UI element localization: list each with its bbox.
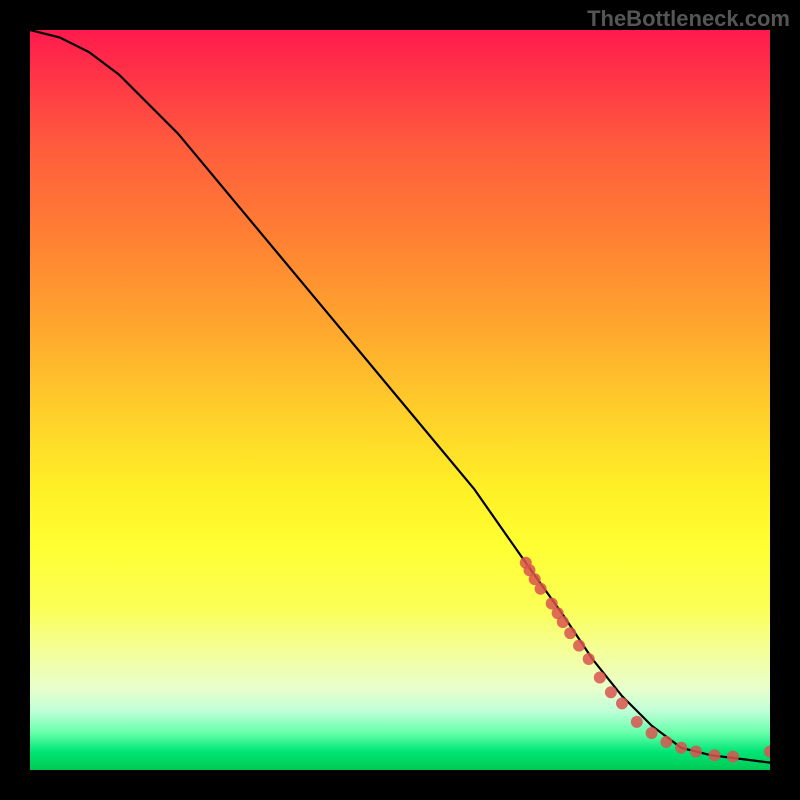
- marker-point: [594, 672, 606, 684]
- chart-svg: [30, 30, 770, 770]
- marker-point: [690, 746, 702, 758]
- marker-point: [535, 583, 547, 595]
- marker-point: [631, 716, 643, 728]
- marker-point: [557, 616, 569, 628]
- watermark-text: TheBottleneck.com: [587, 6, 790, 32]
- marker-point: [727, 751, 739, 763]
- marker-point: [605, 686, 617, 698]
- marker-group: [520, 557, 770, 763]
- chart-container: TheBottleneck.com: [0, 0, 800, 800]
- marker-point: [764, 746, 770, 758]
- bottleneck-curve-line: [30, 30, 770, 763]
- marker-point: [573, 640, 585, 652]
- marker-point: [675, 742, 687, 754]
- marker-point: [660, 736, 672, 748]
- marker-point: [709, 749, 721, 761]
- marker-point: [616, 697, 628, 709]
- marker-point: [646, 727, 658, 739]
- marker-point: [583, 653, 595, 665]
- marker-point: [564, 627, 576, 639]
